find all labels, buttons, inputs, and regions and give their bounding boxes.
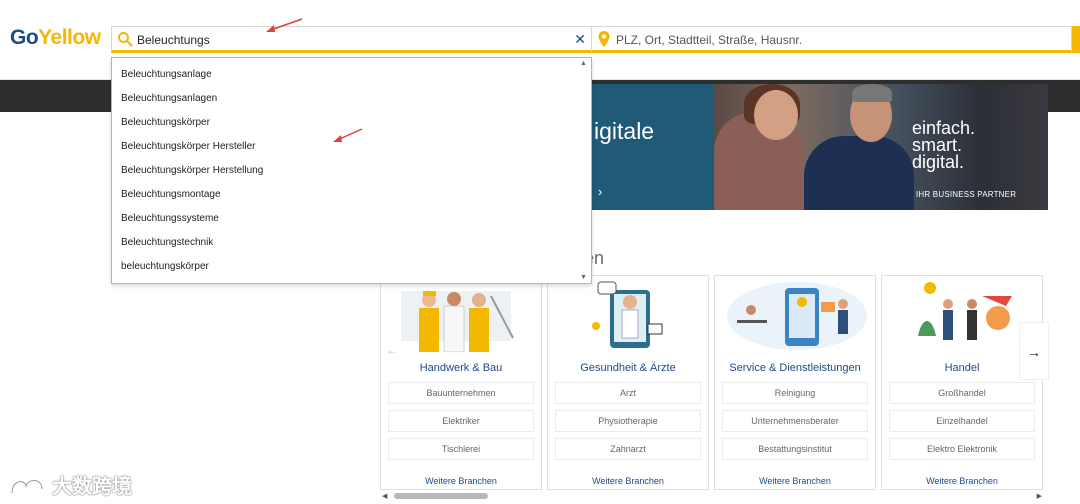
suggestion-item[interactable]: Beleuchtungssysteme — [121, 210, 219, 228]
category-card-service[interactable]: Service & Dienstleistungen Reinigung Unt… — [714, 275, 876, 490]
more-branches-link[interactable]: Weitere Branchen — [548, 476, 708, 486]
more-branches-link[interactable]: Weitere Branchen — [381, 476, 541, 486]
banner-person-man-hair — [852, 84, 892, 102]
location-input[interactable] — [616, 30, 1056, 50]
category-link[interactable]: Reinigung — [722, 382, 868, 404]
banner-person-woman-face — [754, 90, 798, 140]
banner-photo: einfach. smart. digital. IHR BUSINESS PA… — [714, 84, 1048, 210]
search-box[interactable]: ✕ — [111, 26, 592, 53]
banner-partner-text: IHR BUSINESS PARTNER — [916, 190, 1017, 199]
suggestion-item[interactable]: beleuchtungskörper — [121, 258, 209, 276]
category-link[interactable]: Einzelhandel — [889, 410, 1035, 432]
construction-workers-illustration — [381, 276, 541, 352]
category-title[interactable]: Handwerk & Bau — [381, 362, 541, 374]
doctor-illustration — [548, 276, 708, 352]
logo-go: Go — [10, 26, 39, 49]
search-submit-button[interactable] — [1072, 26, 1080, 53]
category-link[interactable]: Physiotherapie — [555, 410, 701, 432]
category-link[interactable]: Unternehmensberater — [722, 410, 868, 432]
category-link[interactable]: Elektriker — [388, 410, 534, 432]
scrollbar-thumb[interactable] — [394, 493, 488, 499]
slogan-line-3: digital. — [912, 152, 965, 172]
annotation-arrow-icon — [266, 18, 303, 32]
banner-person-man — [804, 136, 914, 210]
category-title[interactable]: Service & Dienstleistungen — [715, 362, 875, 374]
watermark-logo-icon — [10, 478, 44, 493]
suggestion-item[interactable]: Beleuchtungskörper Herstellung — [121, 162, 263, 180]
suggestion-item[interactable]: Beleuchtungsanlagen — [121, 90, 217, 108]
service-illustration — [715, 276, 875, 352]
chevron-right-icon[interactable]: › — [598, 184, 602, 199]
category-link[interactable]: Zahnarzt — [555, 438, 701, 460]
category-card-handel[interactable]: Handel Großhandel Einzelhandel Elektro E… — [881, 275, 1043, 490]
banner-heading: igitale — [594, 118, 655, 144]
category-link[interactable]: Elektro Elektronik — [889, 438, 1035, 460]
category-link[interactable]: Bestattungsinstitut — [722, 438, 868, 460]
autocomplete-dropdown: Beleuchtungsanlage Beleuchtungsanlagen B… — [111, 57, 592, 284]
scroll-right-icon[interactable]: ▶ — [1037, 492, 1042, 500]
category-card-handwerk[interactable]: Handwerk & Bau Bauunternehmen Elektriker… — [380, 275, 542, 490]
category-link[interactable]: Tischlerei — [388, 438, 534, 460]
suggestion-item[interactable]: Beleuchtungsmontage — [121, 186, 221, 204]
suggestion-item[interactable]: Beleuchtungskörper — [121, 114, 210, 132]
suggestion-item[interactable]: Beleuchtungstechnik — [121, 234, 213, 252]
search-icon — [118, 32, 133, 47]
category-link[interactable]: Großhandel — [889, 382, 1035, 404]
category-link[interactable]: Arzt — [555, 382, 701, 404]
category-title[interactable]: Handel — [882, 362, 1042, 374]
dropdown-scrollbar[interactable]: ▲ ▼ — [577, 58, 591, 283]
carousel-prev-icon[interactable]: ← — [386, 343, 398, 357]
watermark-text: 大数跨境 — [52, 476, 132, 498]
horizontal-scrollbar[interactable]: ◀ ▶ — [380, 492, 1044, 500]
category-title[interactable]: Gesundheit & Ärzte — [548, 362, 708, 374]
scroll-up-icon[interactable]: ▲ — [580, 60, 587, 67]
watermark: 大数跨境 — [8, 470, 132, 499]
category-card-gesundheit[interactable]: Gesundheit & Ärzte Arzt Physiotherapie Z… — [547, 275, 709, 490]
suggestion-item[interactable]: Beleuchtungskörper Hersteller — [121, 138, 256, 156]
business-illustration — [882, 276, 1042, 352]
location-pin-icon — [598, 31, 610, 47]
scroll-down-icon[interactable]: ▼ — [580, 274, 587, 281]
more-branches-link[interactable]: Weitere Branchen — [882, 476, 1042, 486]
arrow-right-icon: → — [1027, 344, 1041, 360]
goyellow-logo[interactable]: GoYellow — [10, 26, 101, 50]
category-link[interactable]: Bauunternehmen — [388, 382, 534, 404]
search-input[interactable] — [137, 30, 557, 50]
logo-yellow: Yellow — [38, 26, 101, 49]
annotation-arrow-icon — [333, 128, 363, 142]
promo-banner[interactable]: igitale › einfach. smart. digital. IHR B… — [560, 84, 1048, 210]
carousel-next-button[interactable]: → — [1019, 322, 1049, 380]
more-branches-link[interactable]: Weitere Branchen — [715, 476, 875, 486]
scroll-left-icon[interactable]: ◀ — [382, 492, 387, 500]
suggestion-item[interactable]: Beleuchtungsanlage — [121, 66, 212, 84]
location-box[interactable] — [592, 26, 1072, 53]
banner-slogan: einfach. smart. digital. — [912, 119, 975, 172]
clear-icon[interactable]: ✕ — [574, 30, 586, 48]
